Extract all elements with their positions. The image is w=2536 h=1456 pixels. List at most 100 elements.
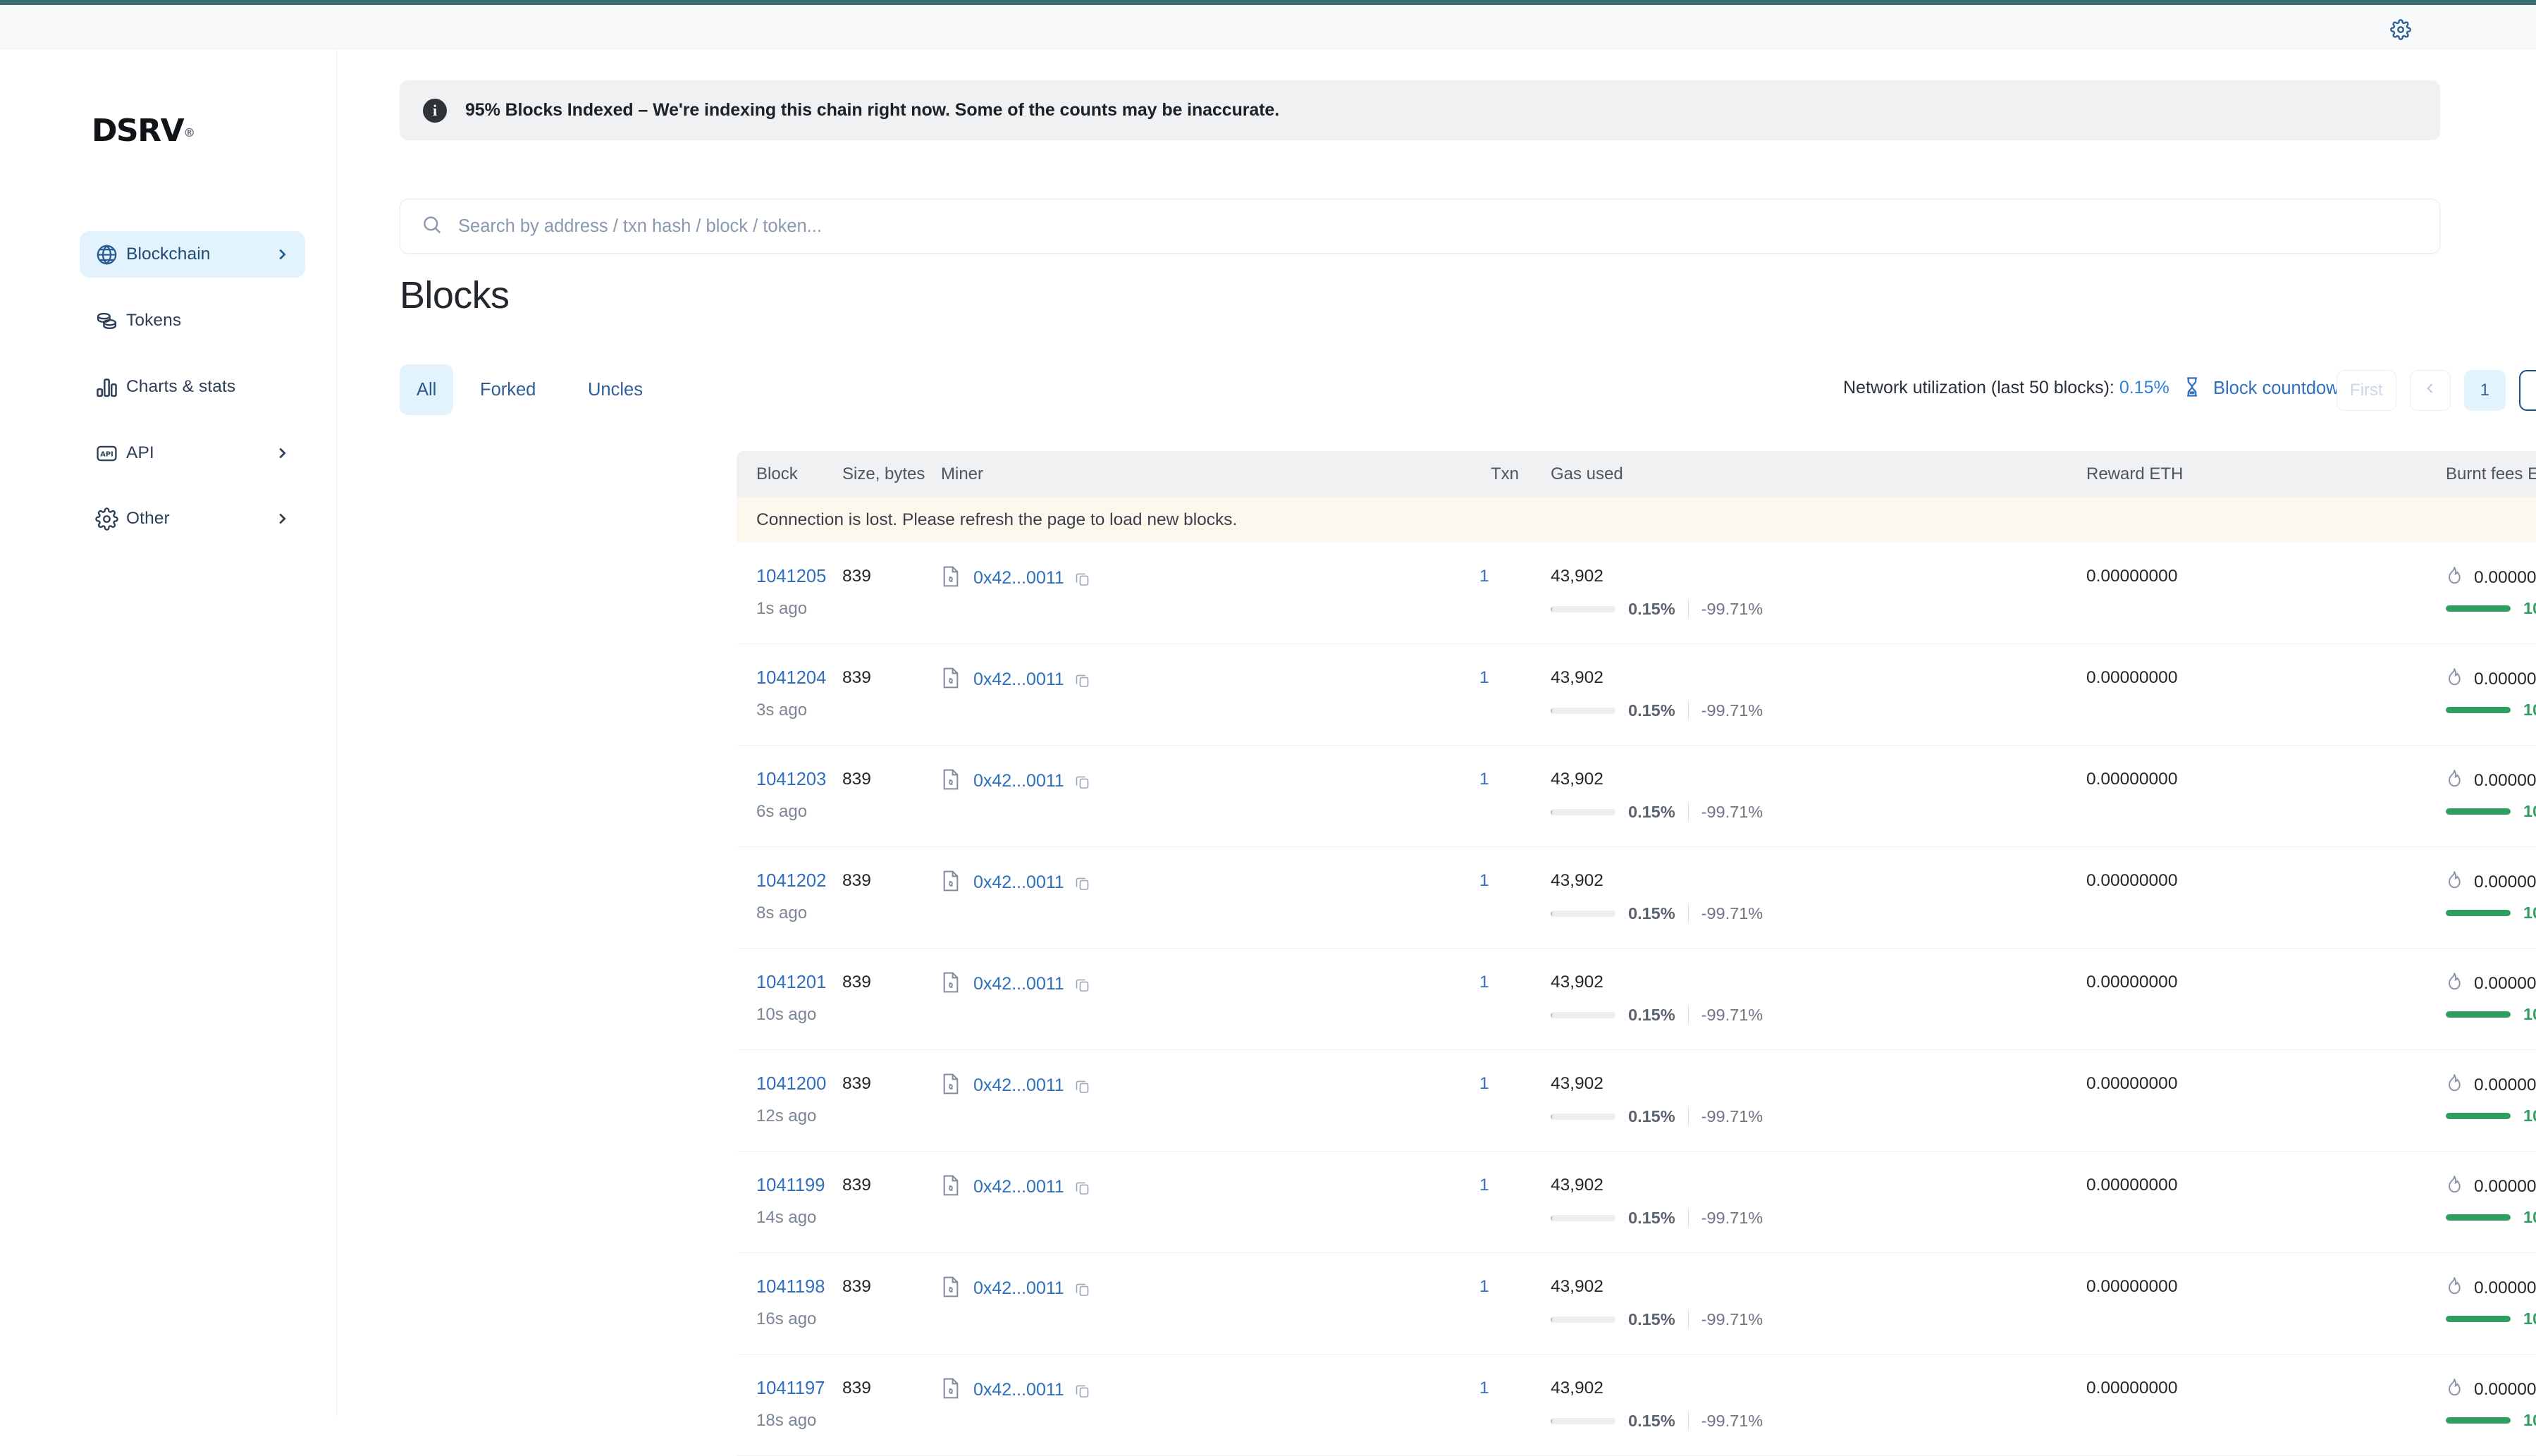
- contract-file-icon: [941, 1174, 961, 1200]
- copy-icon[interactable]: [1074, 976, 1091, 993]
- gas-progress-track: [1551, 1417, 1615, 1424]
- block-number-link[interactable]: 1041203: [756, 770, 826, 790]
- gas-progress-track: [1551, 1113, 1615, 1120]
- gas-target-diff: -99.71%: [1701, 1106, 1763, 1125]
- miner-address-link[interactable]: 0x42...0011: [973, 771, 1064, 791]
- sidebar-item-api[interactable]: API API: [80, 430, 305, 476]
- flame-icon: [2446, 1276, 2463, 1300]
- txn-count-link[interactable]: 1: [1479, 1378, 1489, 1398]
- burnt-fees-percent: 100%: [2523, 1208, 2536, 1226]
- copy-icon[interactable]: [1074, 875, 1091, 892]
- sidebar-item-blockchain[interactable]: Blockchain: [80, 231, 305, 278]
- block-number-link[interactable]: 1041204: [756, 668, 826, 689]
- block-number-link[interactable]: 1041205: [756, 567, 826, 587]
- column-header-reward: Reward ETH: [2086, 464, 2184, 483]
- burnt-fees-value: 0.00000000: [2474, 1176, 2536, 1196]
- txn-count-link[interactable]: 1: [1479, 973, 1489, 992]
- miner-address-link[interactable]: 0x42...0011: [973, 670, 1064, 690]
- gas-target-diff: -99.71%: [1701, 802, 1763, 821]
- pagination-first-button[interactable]: First: [2337, 370, 2396, 411]
- gas-used-value: 43,902: [1551, 1277, 1604, 1296]
- pagination-prev-button[interactable]: [2409, 370, 2451, 411]
- flame-icon: [2446, 768, 2463, 793]
- block-number-link[interactable]: 1041201: [756, 973, 826, 993]
- txn-count-link[interactable]: 1: [1479, 1176, 1489, 1195]
- miner-address-link[interactable]: 0x42...0011: [973, 1075, 1064, 1096]
- gas-target-diff: -99.71%: [1701, 903, 1763, 923]
- block-size: 839: [842, 973, 871, 992]
- pagination-current-page[interactable]: 1: [2463, 370, 2506, 411]
- sidebar-item-label: Other: [126, 509, 170, 528]
- miner-address-link[interactable]: 0x42...0011: [973, 1278, 1064, 1299]
- copy-icon[interactable]: [1074, 1382, 1091, 1399]
- gas-used-percent: 0.15%: [1628, 903, 1675, 923]
- gas-used-value: 43,902: [1551, 567, 1604, 586]
- app-logo[interactable]: DSRV®: [92, 113, 195, 149]
- gas-target-diff: -99.71%: [1701, 1005, 1763, 1024]
- gas-used-percent: 0.15%: [1628, 701, 1675, 720]
- block-number-link[interactable]: 1041200: [756, 1074, 826, 1094]
- txn-count-link[interactable]: 1: [1479, 871, 1489, 891]
- block-number-link[interactable]: 1041197: [756, 1378, 825, 1399]
- burnt-progress-fill: [2446, 1316, 2511, 1322]
- copy-icon[interactable]: [1074, 1179, 1091, 1196]
- txn-count-link[interactable]: 1: [1479, 1277, 1489, 1297]
- block-age: 3s ago: [756, 701, 808, 720]
- chevron-right-icon: [274, 247, 290, 262]
- copy-icon[interactable]: [1074, 672, 1091, 689]
- burnt-fees-progress: 100%: [2446, 1106, 2536, 1125]
- miner-address-link[interactable]: 0x42...0011: [973, 872, 1064, 893]
- contract-file-icon: [941, 1377, 961, 1403]
- divider: [1687, 1309, 1689, 1329]
- search-input[interactable]: [458, 216, 2361, 237]
- gas-used-progress: 0.15% -99.71%: [1551, 1411, 1763, 1431]
- miner-address-link[interactable]: 0x42...0011: [973, 974, 1064, 994]
- block-number-link[interactable]: 1041198: [756, 1277, 825, 1297]
- gas-target-diff: -99.71%: [1701, 1208, 1763, 1227]
- burnt-fees-value: 0.00000000: [2474, 567, 2536, 587]
- coins-icon: [95, 309, 126, 333]
- tab-uncles[interactable]: Uncles: [571, 364, 660, 415]
- top-bar: [0, 5, 2536, 49]
- txn-count-link[interactable]: 1: [1479, 1074, 1489, 1094]
- block-age: 12s ago: [756, 1106, 817, 1125]
- tab-all[interactable]: All: [400, 364, 454, 415]
- gas-progress-fill: [1551, 1417, 1552, 1424]
- gas-used-percent: 0.15%: [1628, 1106, 1675, 1125]
- table-row: 1041200 12s ago 839 0x42...0011 1 43,902: [737, 1050, 2536, 1152]
- tab-forked[interactable]: Forked: [463, 364, 553, 415]
- gas-progress-fill: [1551, 910, 1552, 917]
- sidebar-item-other[interactable]: Other: [80, 495, 305, 542]
- search-bar[interactable]: [400, 199, 2440, 254]
- network-utilization-label: Network utilization (last 50 blocks):: [1843, 378, 2119, 397]
- globe-icon: [95, 243, 126, 266]
- flame-icon: [2446, 565, 2463, 590]
- miner-address-link[interactable]: 0x42...0011: [973, 568, 1064, 588]
- block-age: 14s ago: [756, 1208, 817, 1227]
- gas-target-diff: -99.71%: [1701, 701, 1763, 720]
- burnt-fees-progress: 100%: [2446, 701, 2536, 720]
- copy-icon[interactable]: [1074, 1078, 1091, 1094]
- txn-count-link[interactable]: 1: [1479, 567, 1489, 586]
- reward-eth-value: 0.00000000: [2086, 871, 2178, 890]
- block-countdown-link[interactable]: Block countdown: [2183, 376, 2349, 401]
- divider: [1687, 1106, 1689, 1126]
- block-number-link[interactable]: 1041199: [756, 1176, 825, 1196]
- txn-count-link[interactable]: 1: [1479, 770, 1489, 789]
- miner-address-link[interactable]: 0x42...0011: [973, 1177, 1064, 1197]
- search-icon: [421, 214, 443, 239]
- pagination-next-button[interactable]: [2519, 370, 2536, 411]
- burnt-fees-progress: 100%: [2446, 1411, 2536, 1430]
- copy-icon[interactable]: [1074, 1281, 1091, 1297]
- block-size: 839: [842, 871, 871, 890]
- settings-gear-icon[interactable]: [2389, 18, 2413, 42]
- copy-icon[interactable]: [1074, 773, 1091, 790]
- block-number-link[interactable]: 1041202: [756, 871, 826, 892]
- gas-progress-track: [1551, 707, 1615, 714]
- copy-icon[interactable]: [1074, 570, 1091, 587]
- sidebar-item-tokens[interactable]: Tokens: [80, 297, 305, 344]
- sidebar-item-charts-stats[interactable]: Charts & stats: [80, 364, 305, 410]
- miner-address-link[interactable]: 0x42...0011: [973, 1380, 1064, 1400]
- txn-count-link[interactable]: 1: [1479, 668, 1489, 688]
- column-header-block: Block: [756, 464, 798, 483]
